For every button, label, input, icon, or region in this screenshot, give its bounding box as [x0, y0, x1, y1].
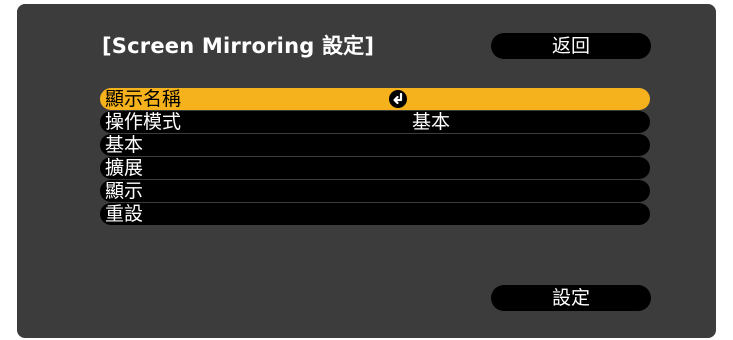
- menu-item-display-name[interactable]: 顯示名稱: [100, 88, 650, 110]
- menu-item-value: 基本: [412, 111, 451, 133]
- menu-item-label: 擴展: [105, 157, 144, 179]
- menu-item-label: 基本: [105, 134, 144, 156]
- menu-item-label: 重設: [105, 203, 144, 225]
- menu-item-label: 顯示名稱: [105, 88, 182, 110]
- menu-item-operation-mode[interactable]: 操作模式 基本: [100, 111, 650, 133]
- menu-item-display[interactable]: 顯示: [100, 180, 650, 202]
- menu-item-extended[interactable]: 擴展: [100, 157, 650, 179]
- dialog-title: [Screen Mirroring 設定]: [102, 34, 375, 58]
- menu-item-basic[interactable]: 基本: [100, 134, 650, 156]
- settings-menu: 顯示名稱 操作模式 基本 基本 擴展 顯示 重設: [100, 88, 650, 226]
- back-button[interactable]: 返回: [491, 33, 651, 59]
- enter-icon: [389, 90, 407, 108]
- set-button[interactable]: 設定: [491, 285, 651, 311]
- menu-item-label: 操作模式: [105, 111, 182, 133]
- menu-item-label: 顯示: [105, 180, 144, 202]
- menu-item-reset[interactable]: 重設: [100, 203, 650, 225]
